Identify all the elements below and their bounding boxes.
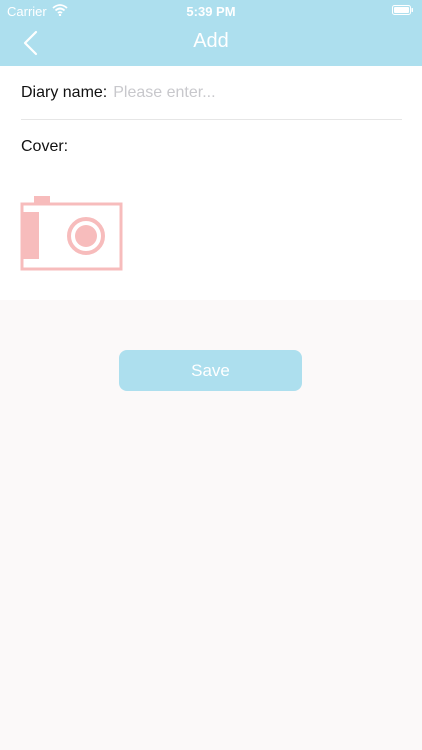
page-title: Add — [193, 30, 229, 52]
status-bar: Carrier 5:39 PM — [0, 0, 422, 22]
clock-time: 5:39 PM — [186, 4, 236, 19]
save-button[interactable]: Save — [119, 350, 302, 391]
battery-icon — [392, 5, 413, 15]
diary-name-row: Diary name: — [21, 66, 402, 120]
diary-name-label: Diary name: — [21, 83, 108, 101]
diary-name-input[interactable] — [113, 83, 364, 102]
nav-bar: Add — [0, 22, 422, 66]
top-bar: Carrier 5:39 PM Add — [0, 0, 422, 66]
cover-label: Cover: — [21, 138, 69, 155]
camera-icon[interactable] — [20, 196, 124, 272]
